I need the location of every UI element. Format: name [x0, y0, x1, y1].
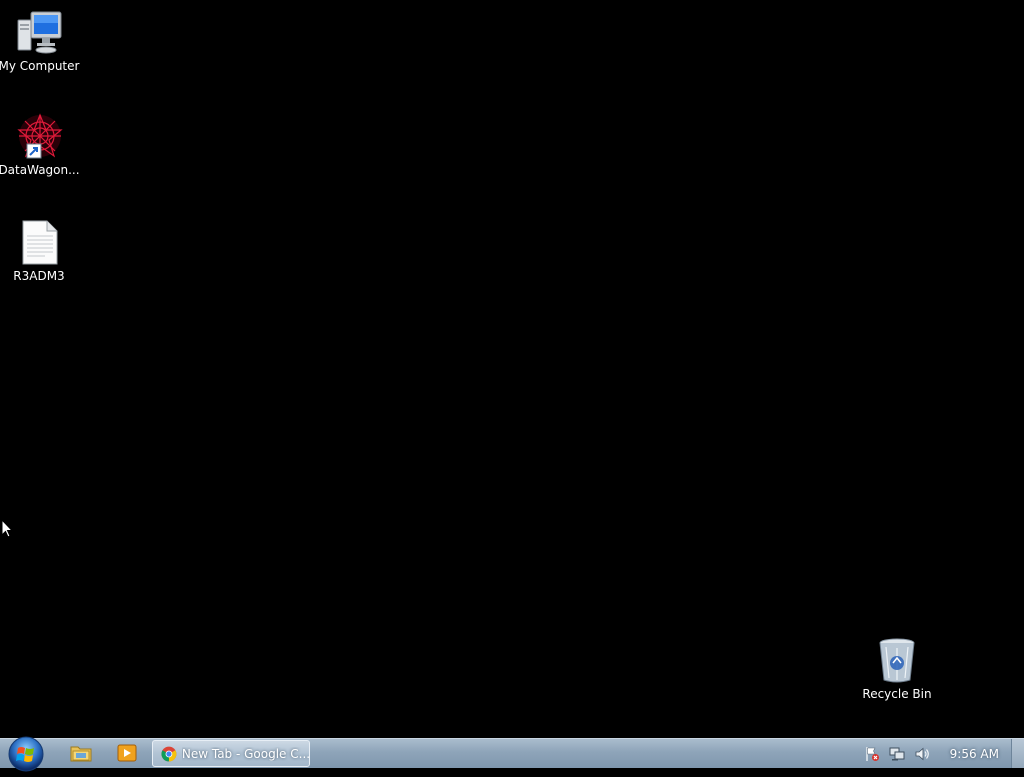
desktop: My Computer DataWagon... R3ADM3 Recycle … — [0, 0, 1024, 738]
taskbar-task-chrome[interactable]: New Tab - Google C... — [152, 740, 310, 767]
desktop-icon-r3adm3[interactable]: R3ADM3 — [0, 218, 78, 283]
datawagon-shortcut-icon — [15, 112, 63, 160]
computer-icon — [15, 8, 63, 56]
text-document-icon — [15, 218, 63, 266]
desktop-icon-datawagon[interactable]: DataWagon... — [0, 112, 80, 177]
windows-start-orb-icon — [8, 736, 44, 772]
system-tray: 9:56 AM — [861, 739, 1024, 768]
chrome-icon — [161, 746, 177, 761]
mouse-pointer-icon — [1, 519, 13, 538]
taskbar-pin-windows-explorer[interactable] — [60, 741, 102, 765]
desktop-icon-label: My Computer — [0, 59, 80, 73]
taskbar-clock[interactable]: 9:56 AM — [950, 747, 999, 761]
desktop-icon-label: DataWagon... — [0, 163, 80, 177]
media-player-icon — [117, 744, 137, 762]
show-desktop-button[interactable] — [1011, 739, 1024, 768]
desktop-icon-recycle-bin[interactable]: Recycle Bin — [858, 636, 936, 701]
taskbar-task-title: New Tab - Google C... — [181, 746, 309, 761]
desktop-icon-label: R3ADM3 — [13, 269, 65, 283]
network-icon[interactable] — [886, 743, 908, 765]
volume-icon[interactable] — [911, 743, 933, 765]
taskbar: New Tab - Google C... 9:56 AM — [0, 736, 1024, 772]
action-center-flag-icon[interactable] — [861, 743, 883, 765]
desktop-icon-label: Recycle Bin — [862, 687, 932, 701]
taskbar-pin-media-player[interactable] — [106, 741, 148, 765]
desktop-icon-my-computer[interactable]: My Computer — [0, 8, 80, 73]
start-button[interactable] — [4, 733, 48, 773]
recycle-bin-icon — [873, 636, 921, 684]
windows-explorer-icon — [70, 746, 92, 762]
